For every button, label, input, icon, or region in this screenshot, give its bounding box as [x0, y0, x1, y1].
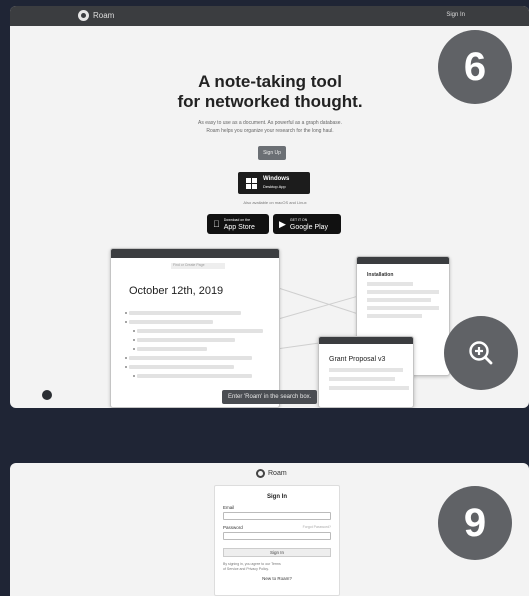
roam-logo-icon: [256, 469, 265, 478]
hero-subtitle: As easy to use as a document. As powerfu…: [160, 119, 380, 135]
window-titlebar: [319, 337, 413, 344]
graph-line: [279, 288, 357, 314]
password-field[interactable]: [223, 532, 331, 540]
also-available-text: Also available on macOS and Linux: [243, 200, 307, 205]
installation-heading: Installation: [367, 272, 394, 278]
google-play-button[interactable]: ▶ GET IT ON Google Play: [273, 214, 341, 234]
windows-button-text: Windows Desktop App: [263, 176, 289, 190]
bullet-line: [124, 356, 253, 360]
text-row: [367, 314, 423, 318]
text-row: [367, 282, 413, 286]
bullet-line: [133, 374, 252, 378]
zoom-in-icon: [469, 341, 493, 365]
windows-label: Windows: [263, 176, 290, 182]
hero-subtitle-line-2: Roam helps you organize your research fo…: [206, 128, 334, 134]
page: Roam Sign In A note-taking tool for netw…: [0, 0, 529, 596]
text-row: [367, 306, 439, 310]
sign-in-form: Sign In Email Password Forgot Password? …: [214, 485, 340, 596]
google-play-label: Google Play: [289, 224, 329, 231]
bullet-line: [133, 338, 235, 342]
google-play-text: GET IT ON Google Play: [290, 217, 328, 231]
email-label-row: Email: [223, 505, 339, 510]
bullet-line: [133, 329, 263, 333]
email-field[interactable]: [223, 512, 331, 520]
bullet-line: [133, 347, 207, 351]
windows-logo-icon: [246, 177, 257, 189]
hero-title-line-2: for networked thought.: [177, 92, 363, 111]
instruction-tooltip: Enter 'Roam' in the search box.: [222, 390, 318, 404]
roam-logo-icon: [78, 10, 89, 21]
top-nav-bar: Roam Sign In: [10, 6, 529, 26]
text-row: [329, 386, 409, 390]
window-titlebar: [357, 257, 449, 264]
hero-title-line-1: A note-taking tool: [198, 72, 342, 91]
brand[interactable]: Roam: [78, 10, 114, 21]
hero-subtitle-line-1: As easy to use as a document. As powerfu…: [198, 120, 342, 126]
graph-line: [279, 295, 358, 319]
bullet-line: [125, 365, 234, 369]
brand-name: Roam: [268, 470, 287, 477]
password-label-row: Password Forgot Password?: [223, 525, 339, 530]
step-badge-9: 9: [438, 486, 512, 560]
text-row: [367, 290, 439, 294]
google-play-small: GET IT ON: [289, 218, 308, 222]
window-titlebar: [111, 249, 279, 258]
note-bullets: [124, 311, 269, 383]
app-store-text: Download on the App Store: [224, 217, 255, 231]
sign-up-button[interactable]: Sign Up: [258, 146, 286, 160]
app-store-small: Download on the: [217, 218, 250, 222]
brand: Roam: [256, 469, 287, 478]
app-store-button[interactable]:  Download on the App Store: [207, 214, 269, 234]
bullet-line: [125, 320, 213, 324]
daily-notes-window: Find or Create Page October 12th, 2019: [110, 248, 280, 408]
help-icon[interactable]: [42, 390, 52, 400]
preview-search-box: Find or Create Page: [171, 263, 225, 269]
sign-in-title: Sign In: [267, 494, 287, 500]
new-to-roam-link[interactable]: New to Roam?: [215, 576, 339, 581]
hero-title: A note-taking tool for networked thought…: [150, 72, 390, 112]
bullet-line: [125, 311, 241, 315]
text-row: [329, 377, 395, 381]
nav-sign-in-link[interactable]: Sign In: [446, 12, 465, 18]
daily-note-title: October 12th, 2019: [129, 285, 224, 297]
email-label: Email: [223, 505, 235, 510]
windows-sub-label: Desktop App: [263, 184, 286, 189]
forgot-password-link[interactable]: Forgot Password?: [303, 525, 331, 530]
play-store-icon: ▶: [279, 218, 286, 229]
text-row: [367, 298, 432, 302]
terms-note: By signing in, you agree to our Terms of…: [223, 562, 331, 572]
zoom-in-button[interactable]: [444, 316, 518, 390]
windows-download-button[interactable]: Windows Desktop App: [238, 172, 310, 194]
app-preview: Find or Create Page October 12th, 2019 I…: [110, 248, 450, 408]
step-badge-6: 6: [438, 30, 512, 104]
grant-proposal-heading: Grant Proposal v3: [329, 356, 386, 363]
text-row: [329, 368, 403, 372]
sign-in-button[interactable]: Sign In: [223, 548, 331, 557]
password-label: Password: [223, 525, 243, 530]
brand-name: Roam: [93, 11, 115, 20]
apple-icon: : [213, 219, 220, 229]
terms-note-line-2: of Service and Privacy Policy.: [223, 567, 269, 571]
grant-proposal-window: Grant Proposal v3: [318, 336, 414, 408]
app-store-label: App Store: [217, 224, 255, 231]
